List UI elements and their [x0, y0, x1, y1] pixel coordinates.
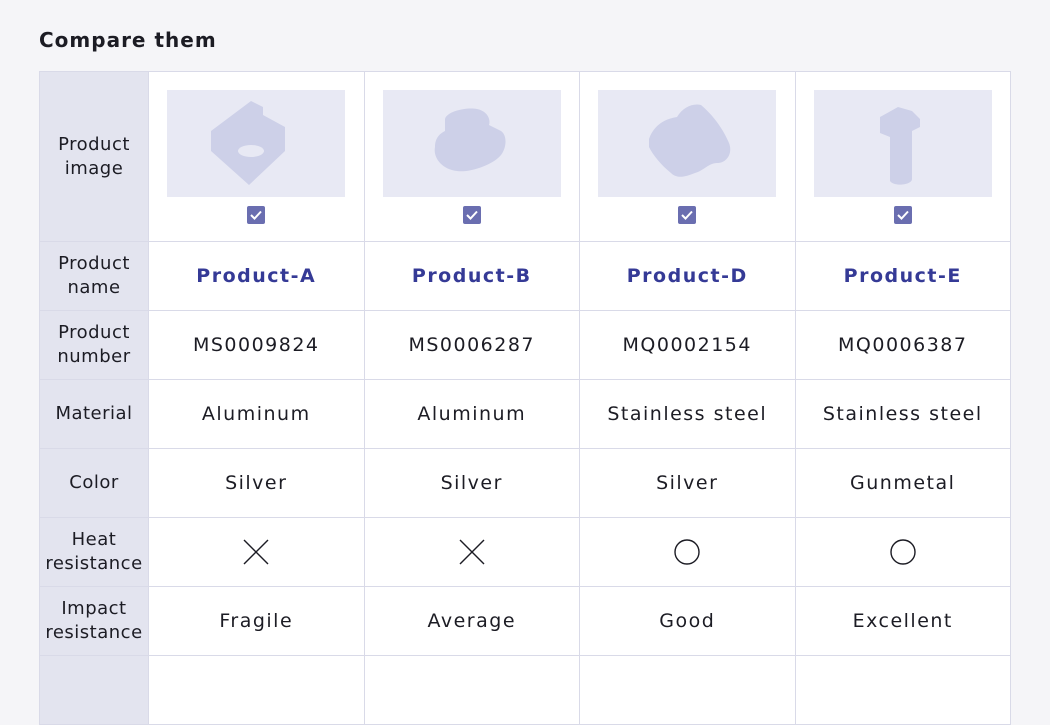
heat-resistance-value: [579, 517, 796, 587]
product-number: MQ0006387: [794, 310, 1011, 380]
flanged-pin-part-icon: [879, 107, 920, 185]
number-row: Product number MS0009824 MS0006287 MQ000…: [39, 310, 1011, 380]
product-image-cell: [794, 71, 1011, 242]
product-name[interactable]: Product-B: [363, 241, 580, 311]
product-name[interactable]: Product-E: [794, 241, 1011, 311]
row-label-color: Color: [39, 448, 149, 518]
select-checkbox[interactable]: [462, 205, 481, 224]
heat-resistance-value: [363, 517, 580, 587]
row-label-impact: Impact resistance: [39, 586, 149, 656]
checkmark-icon: [681, 210, 693, 220]
product-color: Silver: [579, 448, 796, 518]
row-label-heat: Heat resistance: [39, 517, 149, 587]
circle-icon: [890, 539, 916, 565]
product-material: Aluminum: [363, 379, 580, 449]
product-number: MS0009824: [148, 310, 365, 380]
name-row: Product name Product-A Product-B Product…: [39, 241, 1011, 311]
product-d-image[interactable]: [598, 89, 777, 197]
product-color: Silver: [148, 448, 365, 518]
circle-icon: [674, 539, 700, 565]
angle-bracket-part-icon: [211, 101, 286, 185]
impact-resistance-value: Average: [363, 586, 580, 656]
product-b-image[interactable]: [382, 89, 561, 197]
row-label-partial: [39, 655, 149, 725]
image-row: Product image: [39, 71, 1011, 242]
cross-icon: [243, 539, 269, 565]
product-a-image[interactable]: [167, 89, 346, 197]
product-number: MS0006287: [363, 310, 580, 380]
product-name[interactable]: Product-D: [579, 241, 796, 311]
next-row-partial: [39, 655, 1011, 725]
select-checkbox[interactable]: [893, 205, 912, 224]
row-label-name: Product name: [39, 241, 149, 311]
product-image-cell: [579, 71, 796, 242]
product-color: Gunmetal: [794, 448, 1011, 518]
table-cell: [148, 655, 365, 725]
heat-resistance-row: Heat resistance: [39, 517, 1011, 587]
select-checkbox[interactable]: [247, 205, 266, 224]
impact-resistance-value: Fragile: [148, 586, 365, 656]
page-title: Compare them: [39, 28, 217, 52]
rounded-plate-part-icon: [649, 104, 731, 177]
select-checkbox[interactable]: [678, 205, 697, 224]
row-label-image: Product image: [39, 71, 149, 242]
checkmark-icon: [897, 210, 909, 220]
table-cell: [579, 655, 796, 725]
cross-icon: [459, 539, 485, 565]
impact-resistance-value: Good: [579, 586, 796, 656]
product-name[interactable]: Product-A: [148, 241, 365, 311]
heat-resistance-value: [148, 517, 365, 587]
product-e-image[interactable]: [813, 89, 992, 197]
checkmark-icon: [466, 210, 478, 220]
product-color: Silver: [363, 448, 580, 518]
product-image-cell: [363, 71, 580, 242]
material-row: Material Aluminum Aluminum Stainless ste…: [39, 379, 1011, 449]
stepped-block-part-icon: [434, 108, 506, 172]
product-material: Aluminum: [148, 379, 365, 449]
product-material: Stainless steel: [579, 379, 796, 449]
impact-resistance-row: Impact resistance Fragile Average Good E…: [39, 586, 1011, 656]
comparison-table: Product image Product name Product-A Pro…: [39, 71, 1011, 725]
product-image-cell: [148, 71, 365, 242]
row-label-material: Material: [39, 379, 149, 449]
table-cell: [363, 655, 580, 725]
table-cell: [794, 655, 1011, 725]
color-row: Color Silver Silver Silver Gunmetal: [39, 448, 1011, 518]
row-label-number: Product number: [39, 310, 149, 380]
checkmark-icon: [250, 210, 262, 220]
product-material: Stainless steel: [794, 379, 1011, 449]
heat-resistance-value: [794, 517, 1011, 587]
impact-resistance-value: Excellent: [794, 586, 1011, 656]
product-number: MQ0002154: [579, 310, 796, 380]
